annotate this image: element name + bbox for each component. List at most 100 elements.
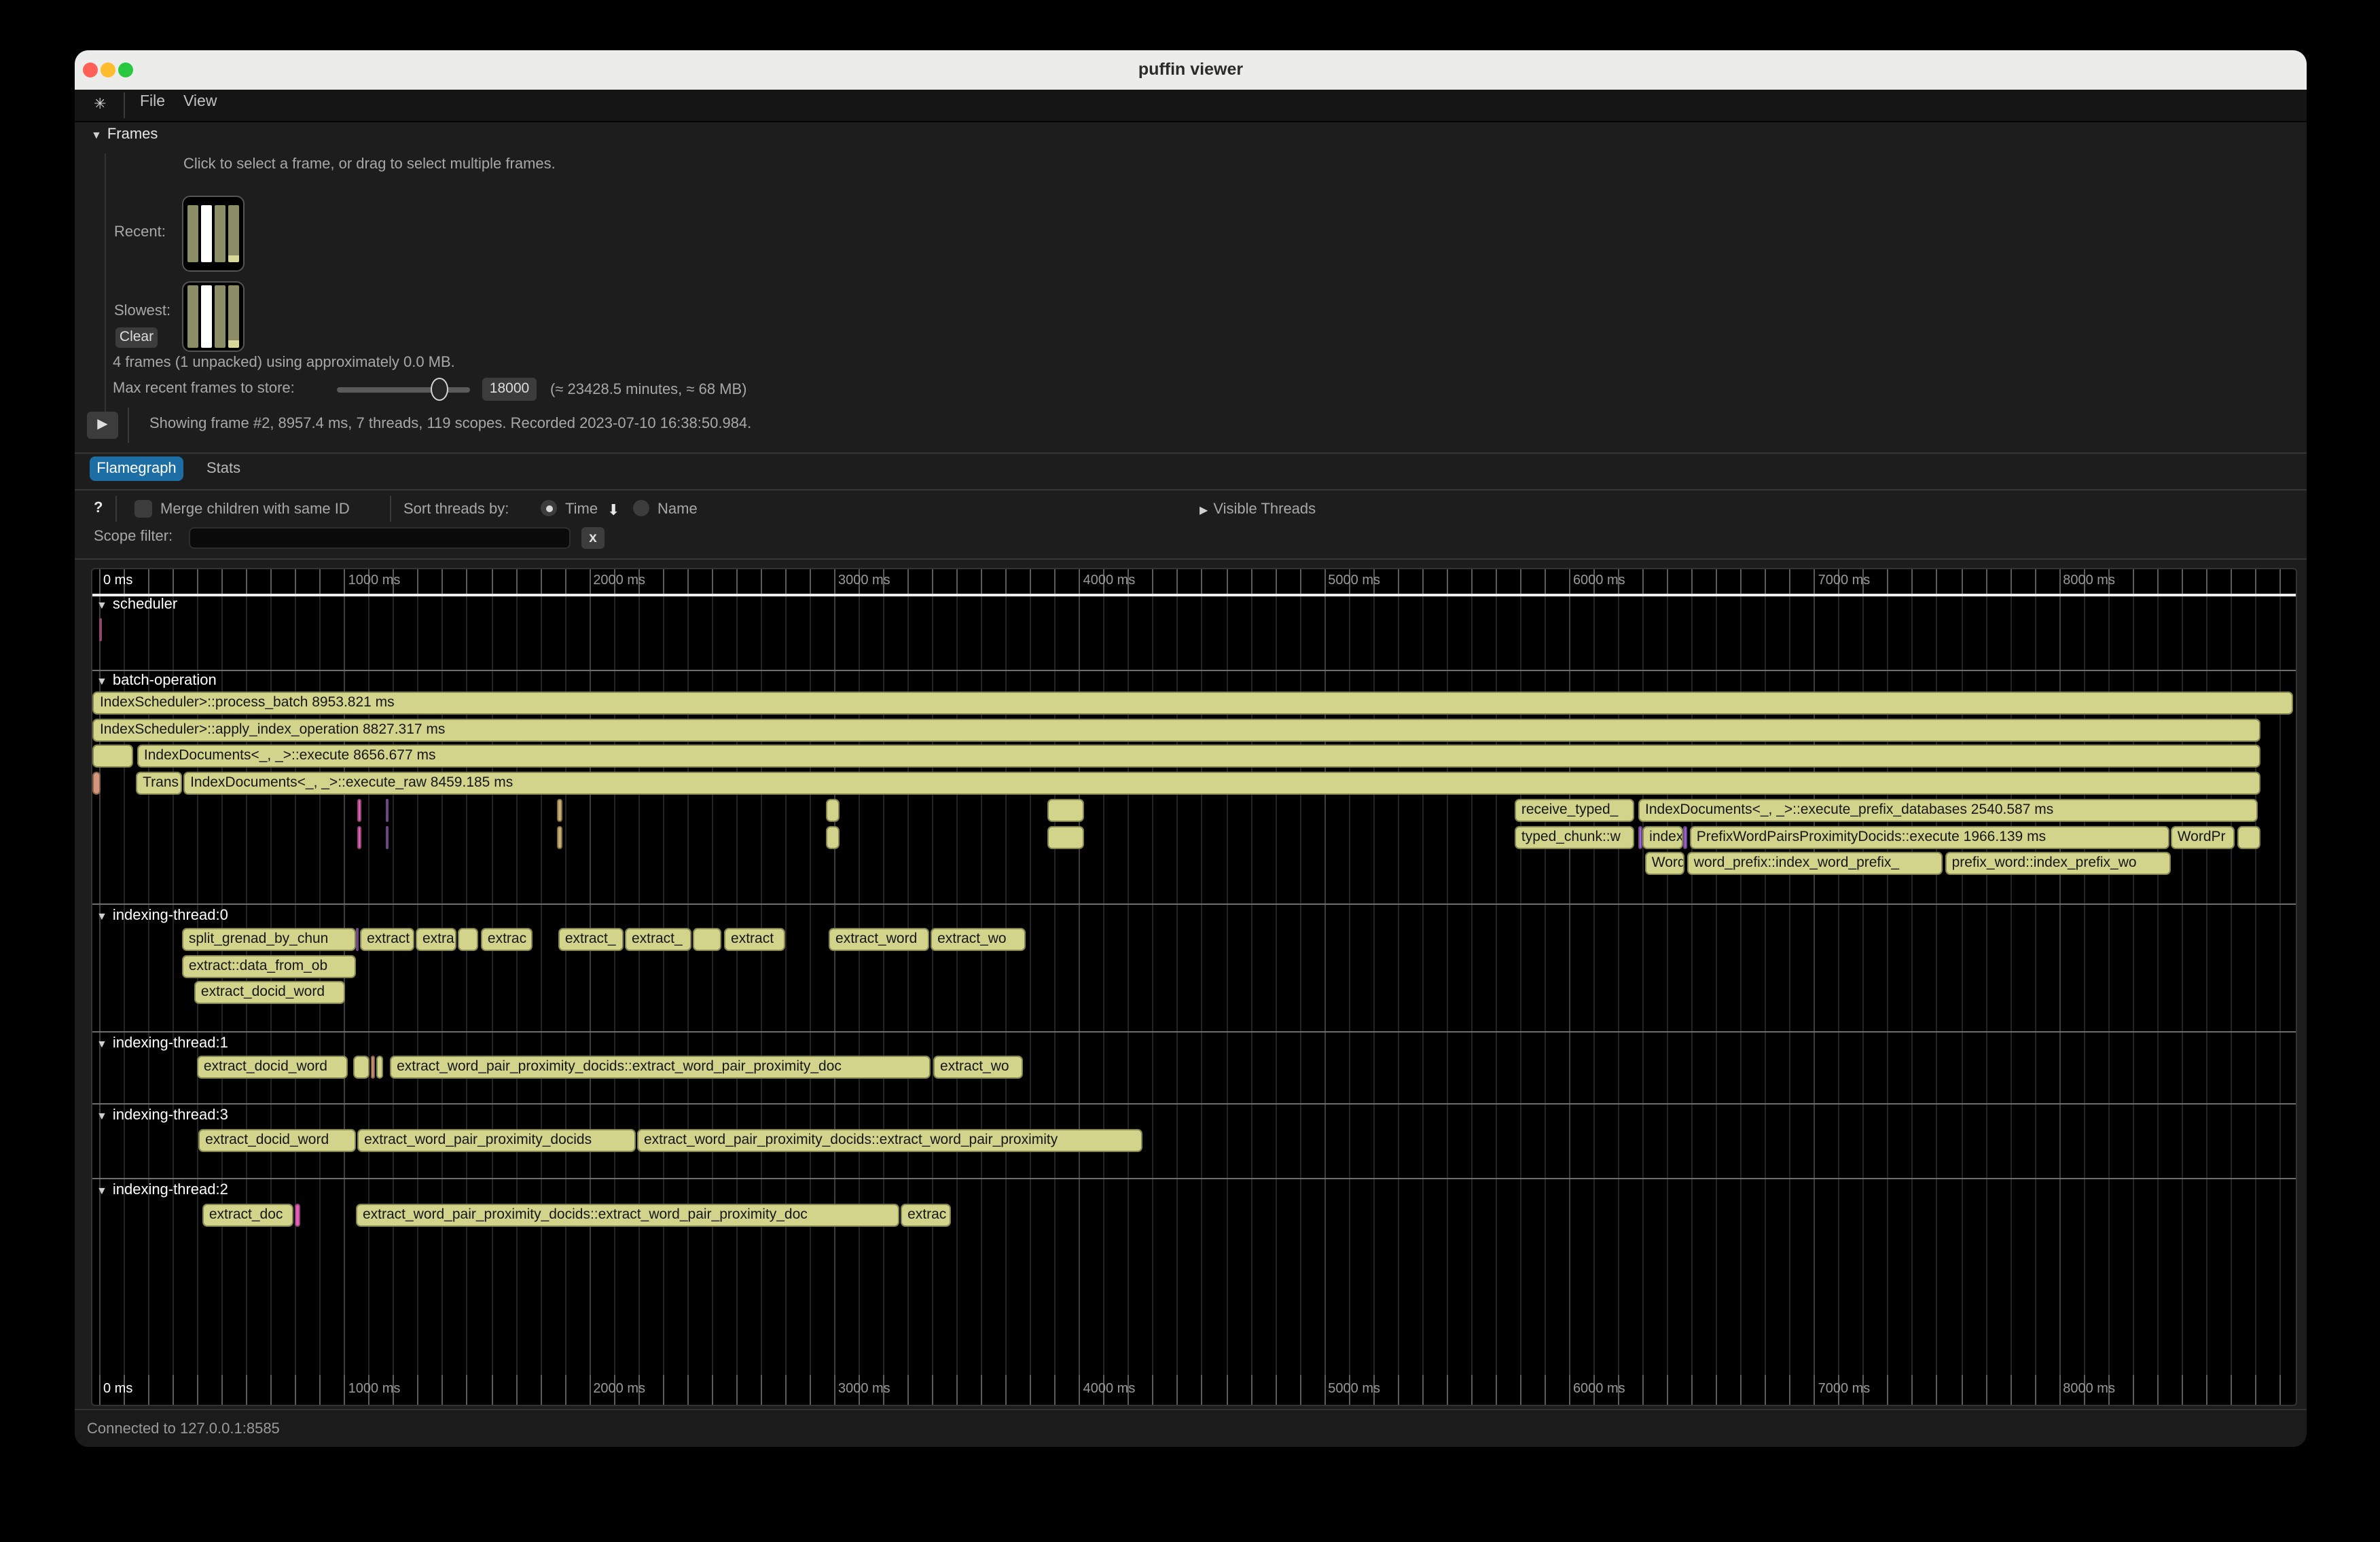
scope-bar[interactable]: extract_word_pair_proximity_docids::extr… xyxy=(637,1128,1142,1151)
frame-bar-selected[interactable] xyxy=(201,205,213,262)
scope-bar[interactable]: WordPr xyxy=(2171,825,2235,848)
play-button[interactable]: ▶ xyxy=(87,412,118,439)
ruler-tick xyxy=(467,569,468,594)
ruler-tick xyxy=(1397,569,1399,594)
frame-bar[interactable] xyxy=(215,205,226,262)
menu-file[interactable]: File xyxy=(140,94,165,110)
ruler-tick xyxy=(956,569,958,594)
frame-bar[interactable] xyxy=(215,285,226,348)
scope-bar[interactable] xyxy=(458,928,478,951)
scope-bar[interactable]: extrac xyxy=(901,1203,951,1226)
scope-bar[interactable] xyxy=(92,772,101,795)
scope-bar[interactable]: Word xyxy=(1645,852,1684,875)
scope-bar[interactable]: extract_doc xyxy=(202,1203,293,1226)
frame-bar[interactable] xyxy=(228,205,239,262)
scope-bar[interactable]: IndexScheduler>::apply_index_operation 8… xyxy=(93,718,2260,741)
scope-filter-clear-button[interactable]: x xyxy=(581,527,605,549)
merge-children-checkbox[interactable] xyxy=(134,500,152,518)
scope-bar[interactable]: receive_typed_ xyxy=(1515,799,1634,822)
scope-bar[interactable] xyxy=(386,825,389,848)
max-frames-slider[interactable] xyxy=(337,387,470,393)
scope-bar[interactable] xyxy=(1684,825,1687,848)
scope-bar[interactable]: typed_chunk::w xyxy=(1515,825,1634,848)
scope-bar[interactable] xyxy=(826,799,840,822)
flamegraph-panel[interactable]: 0 ms0 ms1000 ms1000 ms2000 ms2000 ms3000… xyxy=(91,568,2297,1406)
scope-bar[interactable] xyxy=(295,1203,300,1226)
theme-toggle-icon[interactable]: ✳ xyxy=(94,95,106,113)
scope-bar[interactable]: PrefixWordPairsProximityDocids::execute … xyxy=(1690,825,2169,848)
sort-name-label: Name xyxy=(657,501,698,518)
frame-bar[interactable] xyxy=(228,285,239,348)
scope-bar[interactable]: extract_docid_word xyxy=(197,1056,348,1079)
menu-view[interactable]: View xyxy=(183,94,217,110)
scope-bar[interactable]: extract_docid_word xyxy=(198,1128,356,1151)
visible-threads-header[interactable]: ▶Visible Threads xyxy=(1200,501,1316,518)
scope-bar[interactable]: extrac xyxy=(481,928,533,951)
scope-bar[interactable] xyxy=(371,1056,375,1079)
frames-header[interactable]: ▼Frames xyxy=(91,126,158,143)
scope-bar[interactable]: IndexDocuments<_, _>::execute_prefix_dat… xyxy=(1638,799,2258,822)
scope-bar[interactable]: extract_wo xyxy=(933,1056,1023,1079)
scope-bar[interactable]: extract_word_pair_proximity_docids::extr… xyxy=(390,1056,931,1079)
scope-bar[interactable] xyxy=(1638,825,1642,848)
page: puffin viewer ✳ File View ▼Frames Click … xyxy=(0,0,2380,1542)
tab-stats[interactable]: Stats xyxy=(206,461,240,477)
scope-bar[interactable]: IndexDocuments<_, _>::execute 8656.677 m… xyxy=(137,745,2260,768)
scope-bar[interactable]: extract_word xyxy=(829,928,929,951)
scope-bar[interactable] xyxy=(357,799,361,822)
scope-bar[interactable]: extract xyxy=(360,928,414,951)
help-button[interactable]: ? xyxy=(94,500,103,516)
scope-bar[interactable] xyxy=(557,799,562,822)
sort-direction-arrow-icon[interactable]: ⬇ xyxy=(607,501,619,519)
scope-filter-input[interactable] xyxy=(189,527,571,549)
frame-bar[interactable] xyxy=(187,205,199,262)
scope-bar[interactable]: extract_ xyxy=(558,928,624,951)
scope-bar[interactable] xyxy=(93,745,134,768)
scope-bar[interactable]: extract_word_pair_proximity_docids xyxy=(357,1128,636,1151)
thread-header[interactable]: ▼scheduler xyxy=(96,596,177,613)
clear-button[interactable]: Clear xyxy=(115,327,158,348)
scope-bar[interactable]: extra xyxy=(416,928,456,951)
scope-bar[interactable]: extract_ xyxy=(625,928,691,951)
scope-bar[interactable] xyxy=(99,618,102,641)
scope-bar[interactable]: extract xyxy=(724,928,785,951)
scope-bar[interactable] xyxy=(356,928,359,951)
scope-bar[interactable]: word_prefix::index_word_prefix_ xyxy=(1687,852,1943,875)
thread-header[interactable]: ▼indexing-thread:2 xyxy=(96,1182,228,1198)
slider-knob[interactable] xyxy=(431,378,448,401)
scope-bar[interactable] xyxy=(376,1056,383,1079)
scope-bar[interactable]: extract::data_from_ob xyxy=(182,954,356,978)
thread-header[interactable]: ▼batch-operation xyxy=(96,673,217,689)
scope-bar[interactable]: extract_wo xyxy=(931,928,1026,951)
frame-bar[interactable] xyxy=(187,285,199,348)
scope-bar[interactable] xyxy=(353,1056,369,1079)
scope-bar[interactable]: IndexScheduler>::process_batch 8953.821 … xyxy=(93,692,2293,715)
status-bar: Connected to 127.0.0.1:8585 xyxy=(75,1409,2307,1447)
scope-bar[interactable] xyxy=(826,825,840,848)
scope-bar[interactable]: extract_word_pair_proximity_docids::extr… xyxy=(356,1203,899,1226)
ruler-tick xyxy=(2132,569,2133,594)
scope-bar[interactable]: extract_docid_word xyxy=(194,982,345,1005)
scope-bar[interactable] xyxy=(557,825,562,848)
thread-header[interactable]: ▼indexing-thread:3 xyxy=(96,1107,228,1124)
frame-bar-selected[interactable] xyxy=(201,285,213,348)
recent-frames-thumbnail[interactable] xyxy=(182,196,245,272)
scope-bar[interactable]: index xyxy=(1642,825,1683,848)
scope-bar[interactable] xyxy=(1047,825,1084,848)
scope-bar[interactable] xyxy=(2237,825,2260,848)
thread-header[interactable]: ▼indexing-thread:0 xyxy=(96,907,228,923)
scope-bar[interactable]: prefix_word::index_prefix_wo xyxy=(1945,852,2171,875)
tab-flamegraph[interactable]: Flamegraph xyxy=(90,456,183,481)
scope-bar[interactable] xyxy=(386,799,389,822)
sort-time-radio[interactable] xyxy=(541,500,557,516)
scope-bar[interactable]: IndexDocuments<_, _>::execute_raw 8459.1… xyxy=(183,772,2260,795)
scope-bar[interactable]: Trans xyxy=(136,772,182,795)
slowest-frames-thumbnail[interactable] xyxy=(182,281,245,352)
scope-bar[interactable] xyxy=(1047,799,1084,822)
thread-header[interactable]: ▼indexing-thread:1 xyxy=(96,1035,228,1052)
sort-name-radio[interactable] xyxy=(633,500,649,516)
max-frames-value[interactable]: 18000 xyxy=(482,378,537,401)
scope-bar[interactable]: split_grenad_by_chun xyxy=(182,928,356,951)
scope-bar[interactable] xyxy=(693,928,721,951)
scope-bar[interactable] xyxy=(357,825,361,848)
